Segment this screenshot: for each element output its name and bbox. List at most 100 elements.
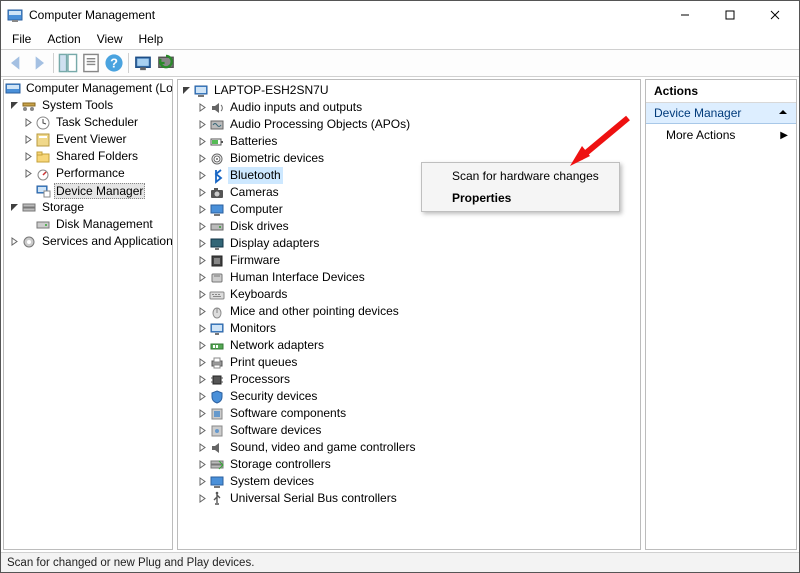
- scan-hardware-button[interactable]: [132, 52, 154, 74]
- scope-disk-management[interactable]: Disk Management: [54, 216, 155, 233]
- device-category[interactable]: System devices: [228, 473, 316, 490]
- expander-icon[interactable]: [196, 340, 208, 352]
- collapse-icon[interactable]: [778, 106, 788, 120]
- device-category[interactable]: Keyboards: [228, 286, 289, 303]
- scope-storage[interactable]: Storage: [40, 199, 86, 216]
- expander-icon[interactable]: [196, 476, 208, 488]
- expander-icon[interactable]: [196, 323, 208, 335]
- expander-icon[interactable]: [196, 459, 208, 471]
- scope-event-viewer[interactable]: Event Viewer: [54, 131, 128, 148]
- computer-management-icon: [5, 81, 21, 97]
- expander-icon[interactable]: [196, 153, 208, 165]
- body: Computer Management (Local) System Tools: [1, 77, 799, 552]
- scope-root[interactable]: Computer Management (Local): [24, 80, 172, 97]
- device-category[interactable]: Storage controllers: [228, 456, 333, 473]
- category-icon: [209, 457, 225, 473]
- device-category[interactable]: Audio inputs and outputs: [228, 99, 364, 116]
- device-category[interactable]: Disk drives: [228, 218, 291, 235]
- performance-icon: [35, 166, 51, 182]
- device-category[interactable]: Network adapters: [228, 337, 326, 354]
- expander-icon[interactable]: [196, 442, 208, 454]
- expander-icon[interactable]: [8, 236, 20, 248]
- category-icon: [209, 287, 225, 303]
- category-icon: [209, 117, 225, 133]
- scope-system-tools[interactable]: System Tools: [40, 97, 115, 114]
- actions-selected[interactable]: Device Manager: [646, 103, 796, 124]
- device-category[interactable]: Monitors: [228, 320, 278, 337]
- nav-forward-button[interactable]: [28, 52, 50, 74]
- scope-device-manager[interactable]: Device Manager: [54, 183, 145, 199]
- expander-icon[interactable]: [22, 151, 34, 163]
- device-category[interactable]: Biometric devices: [228, 150, 326, 167]
- device-root[interactable]: LAPTOP-ESH2SN7U: [212, 82, 331, 99]
- expander-icon[interactable]: [196, 272, 208, 284]
- expander-icon[interactable]: [196, 493, 208, 505]
- menu-bar: File Action View Help: [1, 29, 799, 49]
- device-category[interactable]: Audio Processing Objects (APOs): [228, 116, 412, 133]
- close-button[interactable]: [752, 1, 797, 29]
- device-category[interactable]: Batteries: [228, 133, 279, 150]
- context-properties[interactable]: Properties: [424, 187, 617, 209]
- nav-back-button[interactable]: [5, 52, 27, 74]
- status-text: Scan for changed or new Plug and Play de…: [7, 557, 254, 569]
- scope-performance[interactable]: Performance: [54, 165, 127, 182]
- scope-task-scheduler[interactable]: Task Scheduler: [54, 114, 140, 131]
- device-category[interactable]: Cameras: [228, 184, 281, 201]
- expander-icon[interactable]: [196, 255, 208, 267]
- device-category[interactable]: Software devices: [228, 422, 323, 439]
- expander-icon[interactable]: [8, 100, 20, 112]
- scope-tree[interactable]: Computer Management (Local) System Tools: [4, 80, 172, 549]
- expander-icon[interactable]: [196, 204, 208, 216]
- expander-icon[interactable]: [196, 170, 208, 182]
- expander-icon[interactable]: [196, 306, 208, 318]
- scope-shared-folders[interactable]: Shared Folders: [54, 148, 140, 165]
- expander-icon[interactable]: [196, 391, 208, 403]
- device-category[interactable]: Universal Serial Bus controllers: [228, 490, 399, 507]
- device-category[interactable]: Computer: [228, 201, 285, 218]
- device-category[interactable]: Print queues: [228, 354, 299, 371]
- expander-icon[interactable]: [196, 425, 208, 437]
- device-category[interactable]: Mice and other pointing devices: [228, 303, 401, 320]
- expander-icon[interactable]: [22, 117, 34, 129]
- expander-icon[interactable]: [22, 168, 34, 180]
- title-bar: Computer Management: [1, 1, 799, 29]
- scope-services-apps[interactable]: Services and Applications: [40, 233, 172, 250]
- device-category[interactable]: Human Interface Devices: [228, 269, 367, 286]
- device-category[interactable]: Security devices: [228, 388, 319, 405]
- refresh-button[interactable]: [155, 52, 177, 74]
- minimize-button[interactable]: [662, 1, 707, 29]
- expander-icon[interactable]: [196, 221, 208, 233]
- expander-icon[interactable]: [196, 187, 208, 199]
- category-icon: [209, 440, 225, 456]
- device-category[interactable]: Display adapters: [228, 235, 321, 252]
- expander-icon[interactable]: [196, 289, 208, 301]
- actions-more[interactable]: More Actions ▶: [646, 124, 796, 146]
- expander-icon[interactable]: [180, 85, 192, 97]
- expander-icon[interactable]: [196, 357, 208, 369]
- show-hide-tree-button[interactable]: [57, 52, 79, 74]
- device-category[interactable]: Software components: [228, 405, 348, 422]
- expander-icon[interactable]: [196, 102, 208, 114]
- expander-icon[interactable]: [196, 119, 208, 131]
- expander-icon[interactable]: [196, 238, 208, 250]
- expander-icon[interactable]: [8, 202, 20, 214]
- properties-button[interactable]: [80, 52, 102, 74]
- device-category[interactable]: Bluetooth: [228, 167, 283, 184]
- menu-view[interactable]: View: [90, 30, 130, 48]
- expander-spacer: [22, 219, 34, 231]
- expander-icon[interactable]: [196, 374, 208, 386]
- menu-file[interactable]: File: [5, 30, 38, 48]
- maximize-button[interactable]: [707, 1, 752, 29]
- help-button[interactable]: ?: [103, 52, 125, 74]
- expander-icon[interactable]: [196, 136, 208, 148]
- svg-text:?: ?: [110, 55, 118, 70]
- device-category[interactable]: Firmware: [228, 252, 282, 269]
- menu-action[interactable]: Action: [40, 30, 87, 48]
- device-category[interactable]: Sound, video and game controllers: [228, 439, 417, 456]
- expander-icon[interactable]: [196, 408, 208, 420]
- category-icon: [209, 219, 225, 235]
- expander-icon[interactable]: [22, 134, 34, 146]
- toolbar: ?: [1, 49, 799, 77]
- device-category[interactable]: Processors: [228, 371, 292, 388]
- menu-help[interactable]: Help: [132, 30, 171, 48]
